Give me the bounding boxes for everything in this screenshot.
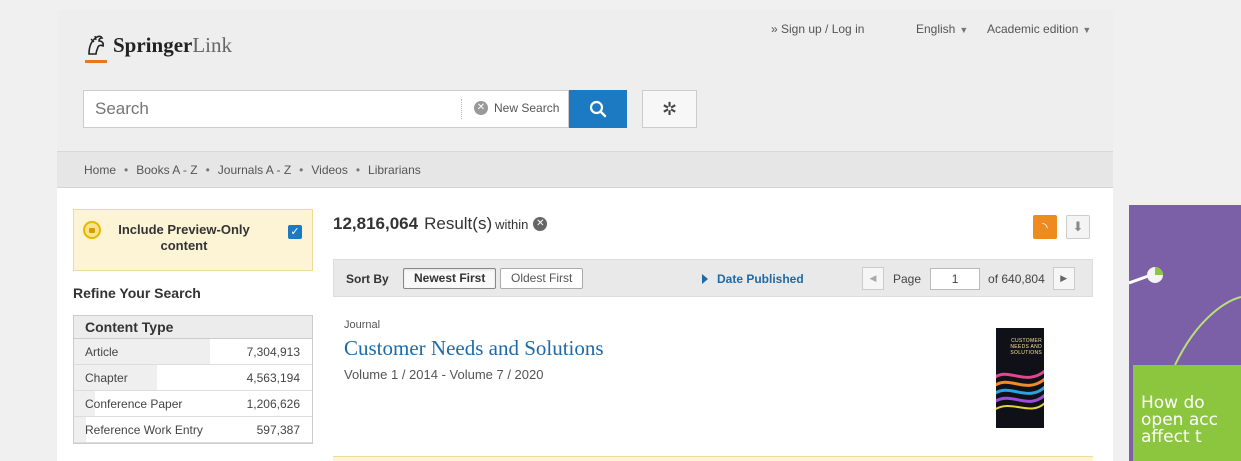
search-button[interactable] — [569, 90, 627, 128]
cover-title: CUSTOMER NEEDS AND SOLUTIONS — [1010, 338, 1042, 356]
nav-videos[interactable]: Videos — [311, 163, 347, 177]
date-published-label: Date Published — [717, 272, 804, 286]
download-icon: ⬇ — [1072, 219, 1084, 234]
content-type-row[interactable]: Conference Paper 1,206,626 — [74, 391, 312, 417]
search-icon — [589, 100, 607, 118]
new-search-button[interactable]: ✕ New Search — [474, 101, 559, 115]
prev-page-button[interactable]: ◀ — [862, 267, 884, 290]
nav-separator: • — [205, 162, 210, 177]
results-count: 12,816,064 — [333, 214, 419, 233]
content-type-row[interactable]: Reference Work Entry 597,387 — [74, 417, 312, 443]
next-page-button[interactable]: ▶ — [1052, 267, 1075, 290]
nav-separator: • — [355, 162, 361, 177]
nav-home[interactable]: Home — [84, 163, 116, 177]
language-select[interactable]: English ▼ — [916, 22, 968, 36]
edition-label: Academic edition — [987, 22, 1079, 36]
preview-only-label: Include Preview-Only content — [118, 222, 250, 253]
facet-count: 597,387 — [256, 423, 300, 437]
search-settings-button[interactable]: ✲ — [642, 90, 697, 128]
new-search-label: New Search — [494, 101, 560, 115]
page-number-input[interactable]: 1 — [930, 267, 981, 290]
content-type-row[interactable]: Chapter 4,563,194 — [74, 365, 312, 391]
sort-by-label: Sort By — [346, 272, 389, 286]
nav-librarians[interactable]: Librarians — [368, 163, 421, 177]
site-header: SpringerLink » Sign up / Log in English ▼… — [57, 10, 1113, 152]
ad-text: How do open acc affect t — [1141, 393, 1218, 447]
results-panel: 12,816,064 Result(s) within ✕ ◝ ⬇ Sort B… — [333, 209, 1093, 461]
content-type-facet: Content Type Article 7,304,913 Chapter 4,56… — [73, 315, 313, 444]
page-label: Page — [893, 271, 922, 286]
nav-separator: • — [124, 162, 129, 177]
result-item: Journal Customer Needs and Solutions Vol… — [344, 319, 1044, 382]
refine-title: Refine Your Search — [73, 285, 201, 301]
search-box: ✕ New Search — [83, 90, 569, 128]
facet-label: Article — [85, 345, 119, 359]
nav-books[interactable]: Books A - Z — [136, 163, 197, 177]
main-nav: Home • Books A - Z • Journals A - Z • Vi… — [57, 152, 1113, 188]
sort-bar: Sort By Newest First Oldest First Date P… — [333, 259, 1093, 297]
second-result-strip: Article — [333, 456, 1093, 461]
preview-only-checkbox[interactable]: ✓ — [288, 225, 302, 239]
results-label: Result(s) — [424, 214, 493, 233]
facet-label: Chapter — [85, 371, 128, 385]
rss-icon: ◝ — [1042, 219, 1048, 235]
facet-count: 1,206,626 — [246, 397, 300, 411]
content-type-row[interactable]: Article 7,304,913 — [74, 339, 312, 365]
clear-within-icon[interactable]: ✕ — [533, 217, 548, 231]
clear-icon: ✕ — [474, 101, 488, 115]
edition-select[interactable]: Academic edition ▼ — [987, 22, 1091, 36]
download-results-button[interactable]: ⬇ — [1066, 215, 1090, 239]
search-divider — [461, 99, 462, 119]
facet-count: 7,304,913 — [246, 345, 300, 359]
refine-sidebar: Include Preview-Only content ✓ Refine Yo… — [73, 209, 313, 444]
nav-journals[interactable]: Journals A - Z — [218, 163, 291, 177]
result-title-link[interactable]: Customer Needs and Solutions — [344, 336, 1044, 361]
signup-login-link[interactable]: » Sign up / Log in — [771, 22, 864, 36]
result-content-type: Journal — [344, 319, 381, 331]
gear-icon: ✲ — [661, 98, 678, 119]
preview-only-filter[interactable]: Include Preview-Only content ✓ — [73, 209, 313, 271]
page-total: of 640,804 — [988, 271, 1045, 286]
language-label: English — [916, 22, 956, 36]
sort-oldest-button[interactable]: Oldest First — [500, 268, 584, 289]
sort-newest-button[interactable]: Newest First — [403, 268, 497, 289]
rss-feed-button[interactable]: ◝ — [1033, 215, 1057, 239]
within-label: within — [495, 216, 529, 232]
springer-horse-icon — [88, 35, 105, 55]
facet-label: Conference Paper — [85, 397, 183, 411]
content-type-title: Content Type — [74, 316, 312, 339]
result-volumes: Volume 1 / 2014 - Volume 7 / 2020 — [344, 367, 544, 382]
lock-icon — [83, 221, 101, 239]
date-published-toggle[interactable]: Date Published — [702, 272, 804, 286]
open-access-ad[interactable]: How do open acc affect t — [1129, 205, 1241, 461]
triangle-right-icon — [702, 274, 708, 284]
facet-count: 4,563,194 — [246, 371, 300, 385]
chevron-down-icon: ▼ — [1082, 25, 1092, 35]
springer-link-logo[interactable]: SpringerLink — [85, 32, 232, 58]
cover-art — [996, 369, 1044, 411]
search-input[interactable] — [84, 91, 460, 127]
page-container: SpringerLink » Sign up / Log in English ▼… — [57, 10, 1113, 461]
pagination: ◀ Page 1 of 640,804 ▶ — [862, 267, 1075, 290]
logo-underline — [85, 60, 107, 63]
journal-cover-image[interactable]: CUSTOMER NEEDS AND SOLUTIONS — [996, 328, 1044, 428]
nav-separator: • — [299, 162, 304, 177]
facet-label: Reference Work Entry — [85, 423, 203, 437]
results-summary: 12,816,064 Result(s) within ✕ — [333, 209, 1093, 239]
chevron-down-icon: ▼ — [959, 25, 969, 35]
logo-text: SpringerLink — [113, 32, 233, 57]
